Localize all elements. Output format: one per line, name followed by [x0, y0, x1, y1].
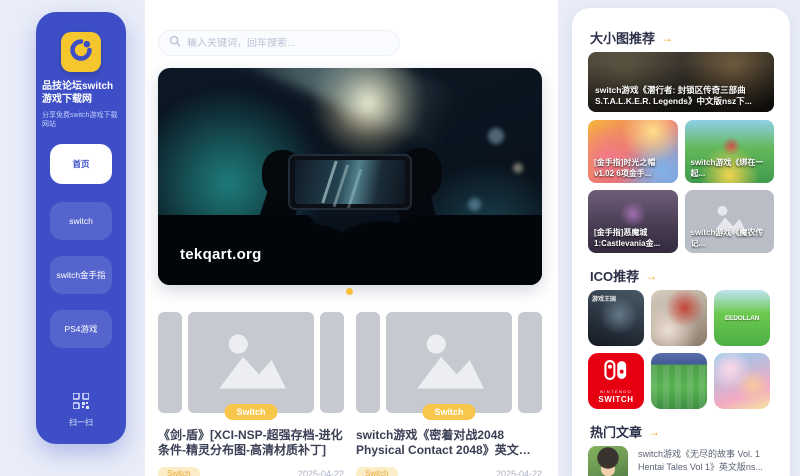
- recommend-card[interactable]: [金手指]时光之帽 v1.02 6项金手...: [588, 120, 678, 183]
- nintendo-switch-logo-icon: [603, 359, 629, 386]
- nintendo-label: NINTENDO: [600, 389, 632, 394]
- hero-watermark: tekqart.org: [180, 246, 262, 263]
- article-date: 2025-04-22: [298, 469, 344, 476]
- sidebar: 品技论坛switch游戏下载网 分享免费switch游戏下载网站 首页 swit…: [36, 12, 126, 444]
- thumb-slice: [356, 312, 380, 413]
- article-title: 《剑-盾》[XCI-NSP-超强存档-进化条件-精灵分布图-高清材质补丁]: [158, 428, 344, 458]
- ico-item-cartoon-cover[interactable]: EEDOLLAN: [714, 290, 770, 346]
- right-panel: 大小图推荐 → switch游戏《潜行者: 封锁区传奇三部曲 S.T.A.L.K…: [572, 8, 790, 476]
- recommend-title: [金手指]恶魔城 1:Castlevania金...: [594, 228, 672, 249]
- recommend-title: switch游戏《魔农传记...: [691, 228, 769, 249]
- ico-item-soccer-game[interactable]: [651, 353, 707, 409]
- thumb-placeholder: Switch: [386, 312, 512, 413]
- section-heading-hot-articles[interactable]: 热门文章 →: [590, 422, 660, 441]
- thumb-slice: [518, 312, 542, 413]
- sidebar-item-switch-cheats[interactable]: switch金手指: [50, 256, 112, 294]
- image-placeholder-icon: [410, 325, 488, 400]
- recommend-title: switch游戏《绑在一起...: [691, 158, 769, 179]
- cover-text: EEDOLLAN: [725, 315, 759, 322]
- thumb-slice: [320, 312, 344, 413]
- recommend-title: [金手指]时光之帽 v1.02 6项金手...: [594, 158, 672, 179]
- hot-article-thumbnail: [588, 446, 628, 476]
- arrow-right-icon: →: [661, 31, 673, 45]
- search-input[interactable]: [187, 38, 389, 49]
- carousel-dot[interactable]: [346, 288, 353, 295]
- ico-item-anime-art[interactable]: [714, 353, 770, 409]
- search-icon: [169, 34, 181, 52]
- sidebar-item-switch[interactable]: switch: [50, 202, 112, 240]
- ico-item-monster-art[interactable]: [651, 290, 707, 346]
- recommend-card[interactable]: switch游戏《魔农传记...: [685, 190, 775, 253]
- recommend-grid: [金手指]时光之帽 v1.02 6项金手... switch游戏《绑在一起...…: [588, 120, 774, 253]
- bokeh-light: [488, 128, 504, 144]
- ico-item-nintendo-switch[interactable]: NINTENDO SWITCH: [588, 353, 644, 409]
- search-bar: [158, 30, 400, 56]
- recommend-card[interactable]: [金手指]恶魔城 1:Castlevania金...: [588, 190, 678, 253]
- featured-title: switch游戏《潜行者: 封锁区传奇三部曲 S.T.A.L.K.E.R. Le…: [595, 85, 767, 107]
- site-subtitle: 分享免费switch游戏下载网站: [42, 111, 120, 129]
- thumb-slice: [158, 312, 182, 413]
- category-tag[interactable]: Switch: [158, 467, 200, 476]
- sidebar-item-ps4-games[interactable]: PS4游戏: [50, 310, 112, 348]
- scan-label: 扫一扫: [69, 417, 93, 428]
- qr-code-icon: [73, 393, 89, 414]
- hot-article-item[interactable]: switch游戏《无尽的故事 Vol. 1 Hentai Tales Vol 1…: [588, 446, 774, 476]
- article-thumb-carousel: Switch: [356, 312, 542, 413]
- thumb-placeholder: Switch: [188, 312, 314, 413]
- arrow-right-icon: →: [648, 425, 660, 439]
- page: 品技论坛switch游戏下载网 分享免费switch游戏下载网站 首页 swit…: [0, 0, 800, 476]
- recommend-card[interactable]: switch游戏《绑在一起...: [685, 120, 775, 183]
- platform-badge: Switch: [224, 404, 277, 420]
- site-title: 品技论坛switch游戏下载网: [42, 80, 120, 106]
- section-heading-recommend[interactable]: 大小图推荐 →: [590, 28, 673, 47]
- featured-card[interactable]: switch游戏《潜行者: 封锁区传奇三部曲 S.T.A.L.K.E.R. Le…: [588, 52, 774, 112]
- logo-swirl-icon: [68, 37, 94, 68]
- hero-carousel-slide[interactable]: tekqart.org: [158, 68, 542, 285]
- article-title: switch游戏《密着对战2048 Physical Contact 2048》…: [356, 428, 542, 458]
- image-placeholder-icon: [212, 325, 290, 400]
- ico-item-dark-scene[interactable]: 游戏王国: [588, 290, 644, 346]
- category-tag[interactable]: Switch: [356, 467, 398, 476]
- scan-qr-button[interactable]: 扫一扫: [36, 393, 126, 428]
- heading-text: 大小图推荐: [590, 28, 655, 47]
- phone-screen: [295, 160, 405, 204]
- article-card[interactable]: Switch 《剑-盾》[XCI-NSP-超强存档-进化条件-精灵分布图-高清材…: [158, 312, 344, 476]
- sidebar-item-home[interactable]: 首页: [50, 144, 112, 184]
- arrow-right-icon: →: [645, 269, 657, 283]
- bokeh-light: [513, 163, 523, 173]
- heading-text: ICO推荐: [590, 266, 639, 285]
- platform-badge: Switch: [422, 404, 475, 420]
- article-card[interactable]: Switch switch游戏《密着对战2048 Physical Contac…: [356, 312, 542, 476]
- heading-text: 热门文章: [590, 422, 642, 441]
- site-logo[interactable]: [61, 32, 101, 72]
- phone-silhouette: [288, 154, 412, 210]
- bokeh-light: [468, 198, 481, 211]
- article-thumb-carousel: Switch: [158, 312, 344, 413]
- hot-article-title: switch游戏《无尽的故事 Vol. 1 Hentai Tales Vol 1…: [638, 446, 774, 476]
- switch-label: SWITCH: [598, 395, 633, 404]
- article-date: 2025-04-22: [496, 469, 542, 476]
- ico-grid: 游戏王国 EEDOLLAN NINTENDO SWITCH: [588, 290, 774, 409]
- thumbnail-watermark: 游戏王国: [592, 294, 616, 303]
- section-heading-ico[interactable]: ICO推荐 →: [590, 266, 657, 285]
